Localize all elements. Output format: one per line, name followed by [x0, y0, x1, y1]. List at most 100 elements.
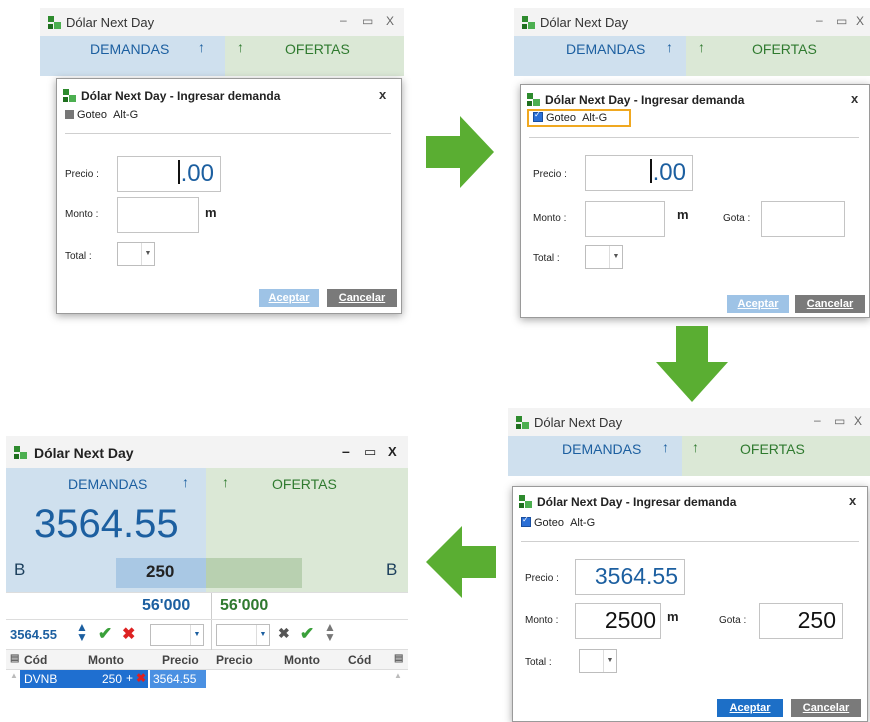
row-cod[interactable]: DVNB: [24, 672, 57, 686]
row-precio[interactable]: 3564.55: [153, 672, 196, 686]
total-select[interactable]: ▼: [579, 649, 617, 673]
ofertas-header: ↑ OFERTAS: [682, 436, 870, 476]
dialog-title: Dólar Next Day - Ingresar demanda: [537, 495, 737, 509]
up-arrow-icon[interactable]: ↑: [692, 439, 699, 455]
aceptar-button[interactable]: Aceptar: [259, 289, 319, 307]
chevron-down-icon[interactable]: ▼: [256, 625, 269, 645]
close-icon[interactable]: X: [388, 444, 397, 459]
up-arrow-icon[interactable]: ↑: [222, 474, 229, 490]
check-icon[interactable]: ✔: [98, 624, 112, 644]
precio-input[interactable]: 3564.55: [575, 559, 685, 595]
window-step4: Dólar Next Day – ▭ X DEMANDAS ↑ 3564.55 …: [6, 436, 408, 704]
checkbox-icon[interactable]: [521, 515, 531, 527]
cancelar-button[interactable]: Cancelar: [795, 295, 865, 313]
title-bar: Dólar Next Day – ▭ X: [40, 8, 404, 36]
minimize-icon[interactable]: –: [340, 13, 347, 27]
aceptar-button[interactable]: Aceptar: [717, 699, 783, 717]
up-arrow-icon[interactable]: ↑: [662, 439, 669, 455]
col-cod-right[interactable]: Cód: [348, 653, 371, 667]
close-icon[interactable]: x: [379, 87, 386, 102]
minimize-icon[interactable]: –: [342, 443, 350, 459]
cancelar-button[interactable]: Cancelar: [791, 699, 861, 717]
cancelar-button[interactable]: Cancelar: [327, 289, 397, 307]
col-monto-right[interactable]: Monto: [284, 653, 320, 667]
precio-label: Precio :: [525, 573, 559, 584]
order-price[interactable]: 3564.55: [10, 627, 57, 642]
up-arrow-icon[interactable]: ↑: [666, 39, 673, 55]
offer-broker-b: B: [386, 560, 398, 579]
ingresar-demanda-dialog: Dólar Next Day - Ingresar demanda x Gote…: [56, 78, 402, 314]
gota-value: 250: [797, 607, 836, 633]
precio-input[interactable]: .00: [585, 155, 693, 191]
aceptar-button[interactable]: Aceptar: [727, 295, 789, 313]
col-monto-left[interactable]: Monto: [88, 653, 124, 667]
row-monto[interactable]: 250: [102, 672, 122, 686]
close-icon[interactable]: X: [856, 14, 864, 28]
gota-input[interactable]: [761, 201, 845, 237]
table-row[interactable]: ▲ DVNB 250 + ✖ 3564.55 ▲: [6, 670, 408, 688]
total-label: Total :: [525, 657, 552, 668]
col-precio-left[interactable]: Precio: [162, 653, 199, 667]
total-select[interactable]: ▼: [117, 242, 155, 266]
window-title: Dólar Next Day: [34, 445, 134, 461]
best-bid-price[interactable]: 3564.55: [34, 502, 179, 547]
total-label: Total :: [65, 251, 92, 262]
chevron-down-icon[interactable]: ▼: [141, 243, 154, 265]
precio-value: 3564.55: [594, 563, 678, 589]
chevron-down-icon[interactable]: ▼: [603, 650, 616, 672]
maximize-icon[interactable]: ▭: [836, 14, 847, 28]
precio-value: .00: [177, 160, 214, 188]
goteo-label: Goteo: [546, 112, 576, 124]
up-arrow-icon[interactable]: ↑: [237, 39, 244, 55]
window-step1: Dólar Next Day – ▭ X DEMANDAS ↑ ↑ OFERTA…: [40, 8, 404, 314]
minimize-icon[interactable]: –: [814, 413, 821, 427]
goteo-checkbox[interactable]: Goteo Alt-G: [65, 109, 138, 121]
precio-input[interactable]: .00: [117, 156, 221, 192]
chevron-down-icon[interactable]: ▼: [609, 246, 622, 268]
column-menu-icon[interactable]: ▤: [10, 653, 19, 664]
scroll-up-icon[interactable]: ▲: [394, 671, 402, 680]
close-icon[interactable]: X: [854, 414, 862, 428]
checkbox-icon[interactable]: [533, 110, 543, 122]
cancel-order-icon[interactable]: ✖: [136, 671, 146, 685]
goteo-checkbox[interactable]: Goteo Alt-G: [521, 515, 595, 529]
precio-label: Precio :: [65, 169, 99, 180]
offer-select[interactable]: ▼: [216, 624, 270, 646]
monto-input[interactable]: [585, 201, 665, 237]
spinner-icon[interactable]: ▲ ▼: [324, 621, 336, 643]
volume-divider: [211, 593, 212, 619]
cancel-x-icon[interactable]: ✖: [278, 625, 290, 642]
monto-input[interactable]: [117, 197, 199, 233]
maximize-icon[interactable]: ▭: [362, 14, 373, 28]
divider: [529, 137, 859, 138]
gota-input[interactable]: 250: [759, 603, 843, 639]
col-cod-left[interactable]: Cód: [24, 653, 47, 667]
arrow-down-icon: [656, 326, 728, 402]
bid-select[interactable]: ▼: [150, 624, 204, 646]
spinner-icon[interactable]: ▲ ▼: [76, 621, 88, 643]
checkbox-icon[interactable]: [65, 110, 74, 119]
window-step2: Dólar Next Day – ▭ X DEMANDAS ↑ ↑ OFERTA…: [514, 8, 870, 318]
chevron-down-icon[interactable]: ▼: [190, 625, 203, 645]
total-select[interactable]: ▼: [585, 245, 623, 269]
up-arrow-icon[interactable]: ↑: [198, 39, 205, 55]
check-icon[interactable]: ✔: [300, 624, 314, 644]
cancel-x-icon[interactable]: ✖: [122, 624, 135, 644]
up-arrow-icon[interactable]: ↑: [698, 39, 705, 55]
demandas-label: DEMANDAS: [90, 41, 170, 57]
goteo-checkbox[interactable]: Goteo Alt-G: [533, 110, 607, 124]
goteo-shortcut: Alt-G: [113, 109, 139, 121]
monto-input[interactable]: 2500: [575, 603, 661, 639]
up-arrow-icon[interactable]: ↑: [182, 474, 189, 490]
maximize-icon[interactable]: ▭: [364, 444, 376, 460]
column-menu-icon[interactable]: ▤: [394, 653, 403, 664]
maximize-icon[interactable]: ▭: [834, 414, 845, 428]
minimize-icon[interactable]: –: [816, 13, 823, 27]
scroll-up-icon[interactable]: ▲: [10, 671, 18, 680]
close-icon[interactable]: x: [851, 91, 858, 106]
app-logo-icon: [519, 495, 532, 508]
ofertas-label: OFERTAS: [752, 41, 817, 57]
close-icon[interactable]: X: [386, 14, 394, 28]
close-icon[interactable]: x: [849, 493, 856, 508]
col-precio-right[interactable]: Precio: [216, 653, 253, 667]
